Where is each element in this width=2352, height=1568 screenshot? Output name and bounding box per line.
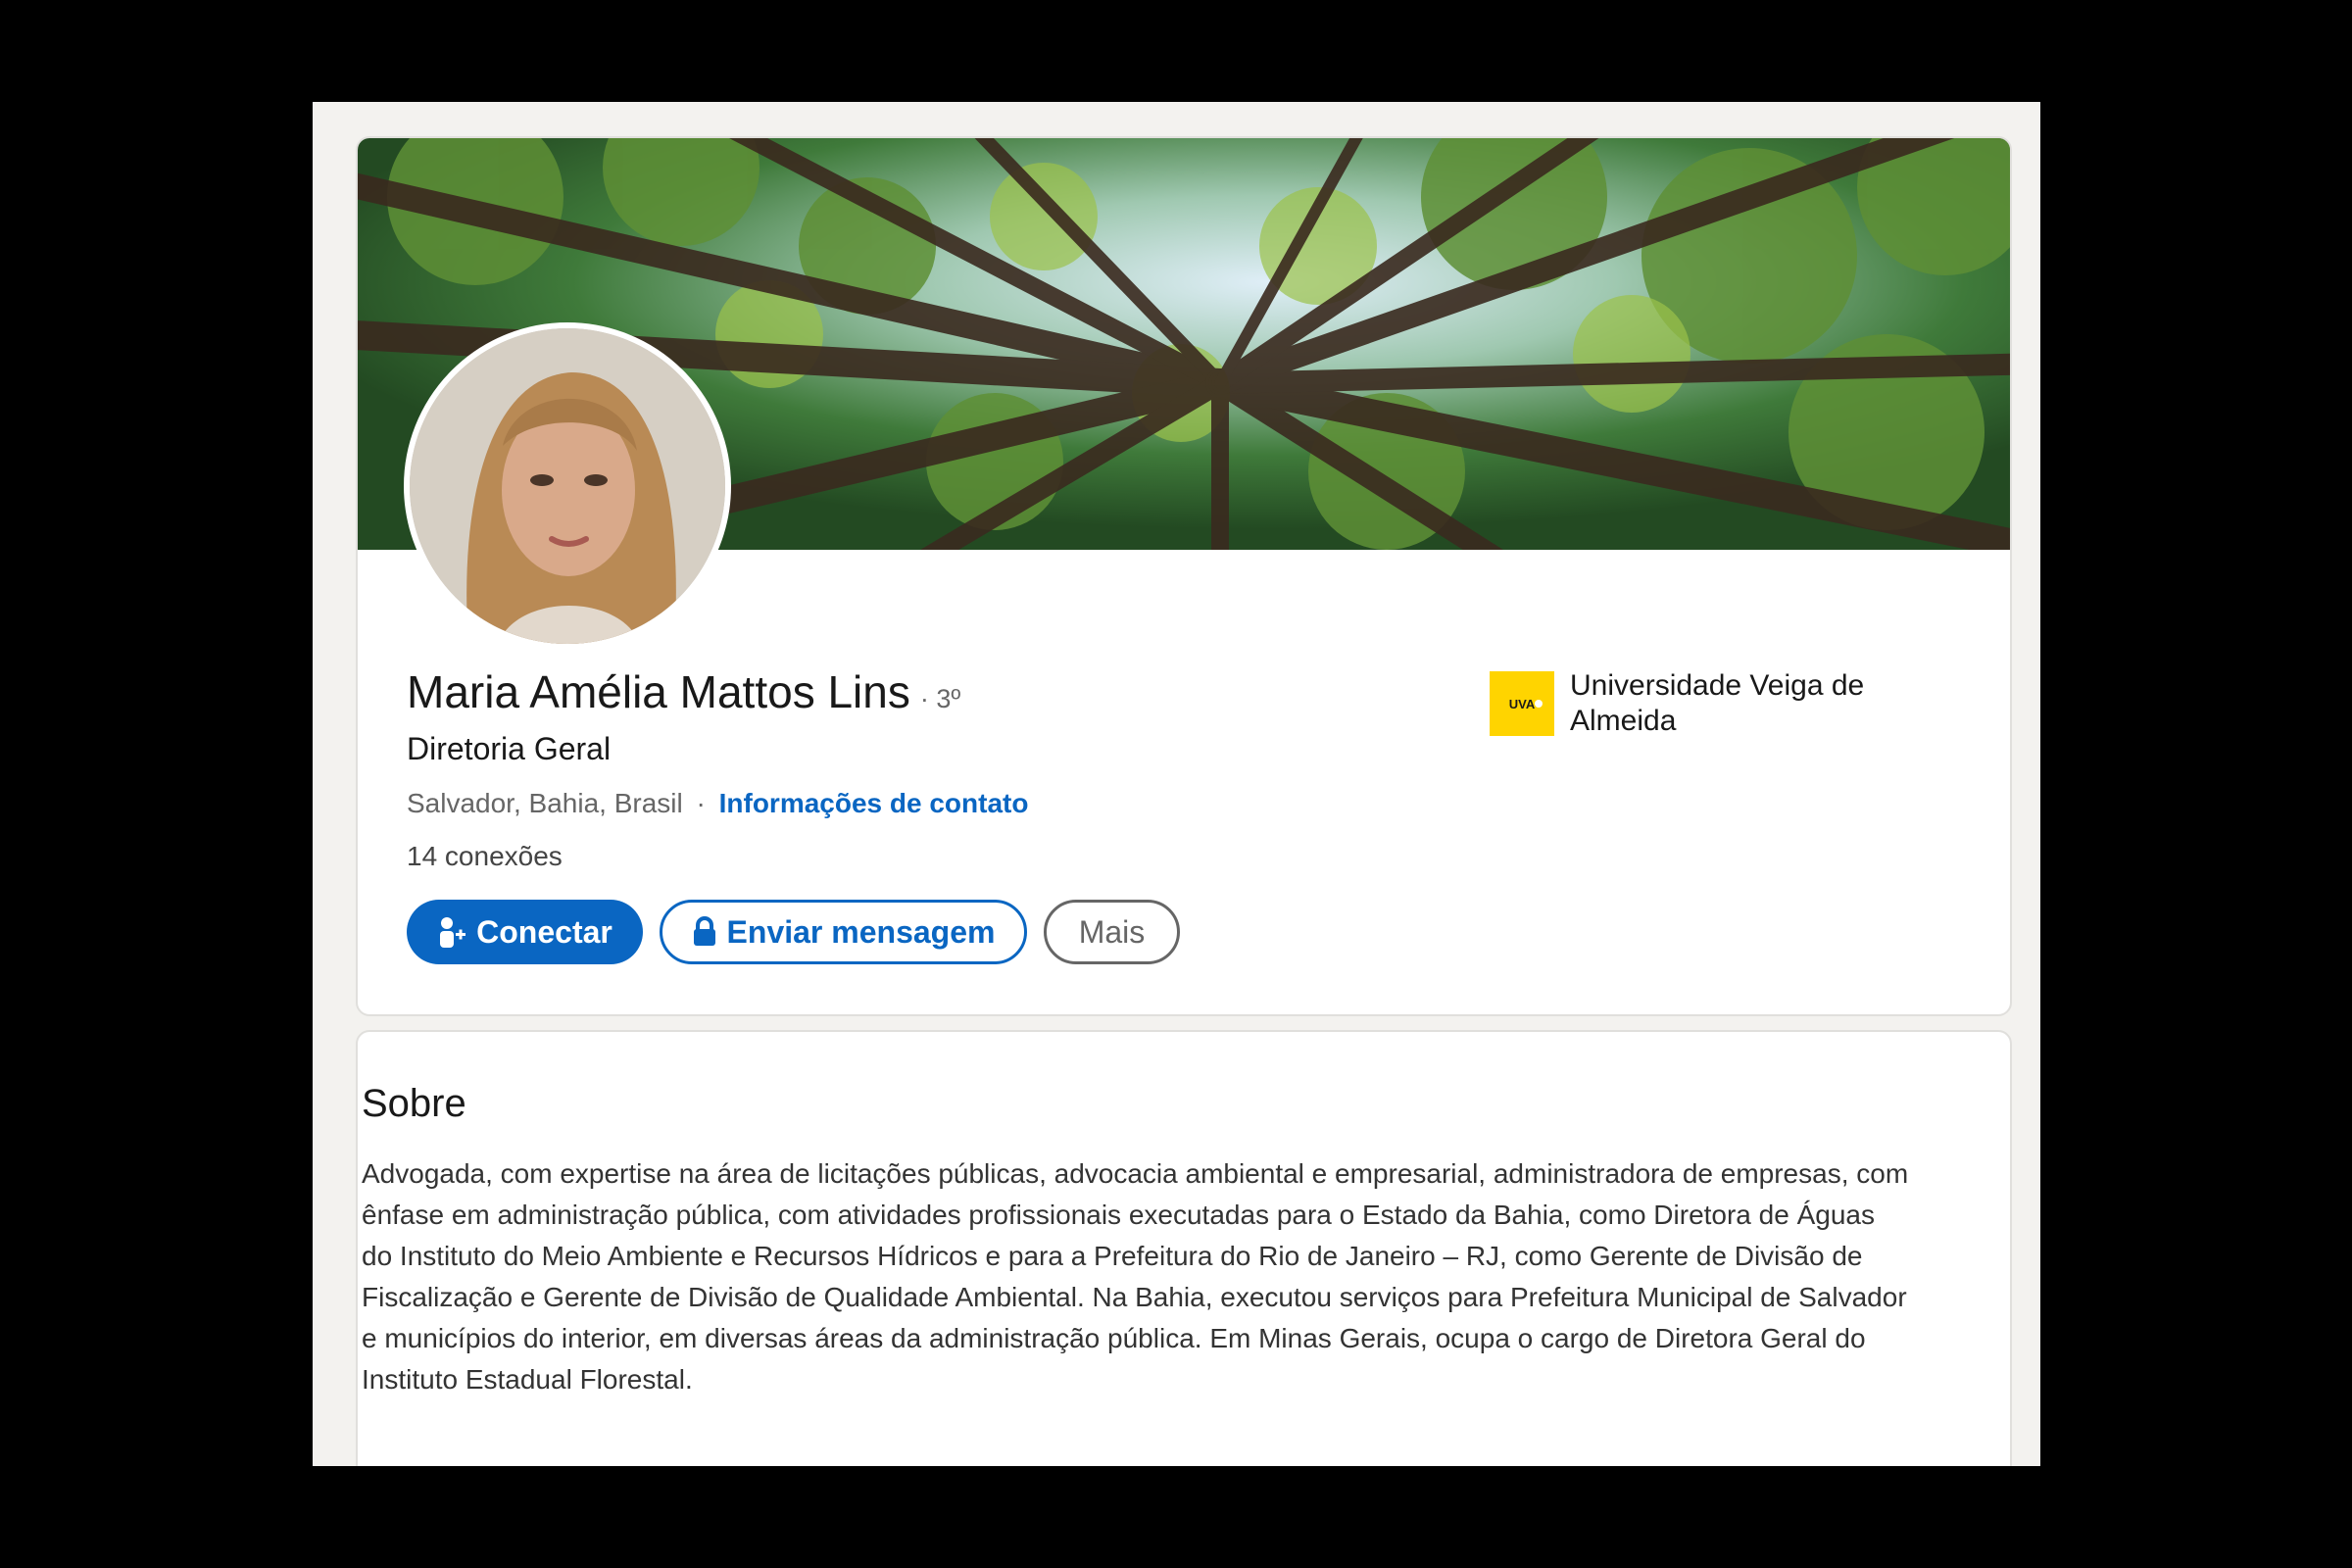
location-separator: · [696, 788, 706, 818]
location-row: Salvador, Bahia, Brasil · Informações de… [407, 788, 1028, 819]
profile-actions: Conectar Enviar mensagem Mais [407, 900, 1180, 964]
about-text: Advogada, com expertise na área de licit… [362, 1158, 1909, 1395]
connect-button[interactable]: Conectar [407, 900, 643, 964]
profile-top-card: Maria Amélia Mattos Lins · 3º Diretoria … [356, 136, 2012, 1016]
profile-headline: Diretoria Geral [407, 731, 612, 766]
education-entry[interactable]: UVA Universidade Veiga de Almeida [1490, 668, 1893, 739]
lock-icon [692, 916, 717, 948]
profile-page: Maria Amélia Mattos Lins · 3º Diretoria … [313, 102, 2040, 1466]
profile-photo[interactable] [404, 322, 731, 650]
university-name: Universidade Veiga de Almeida [1570, 669, 1865, 737]
add-person-icon [437, 916, 466, 948]
profile-name: Maria Amélia Mattos Lins [407, 666, 910, 717]
contact-info-link[interactable]: Informações de contato [719, 788, 1029, 818]
connections-count[interactable]: 14 conexões [407, 841, 563, 872]
name-row: Maria Amélia Mattos Lins · 3º [407, 665, 960, 718]
university-logo: UVA [1490, 671, 1554, 736]
send-message-label: Enviar mensagem [726, 913, 996, 950]
more-button-label: Mais [1078, 913, 1146, 950]
profile-location: Salvador, Bahia, Brasil [407, 788, 683, 818]
about-title: Sobre [362, 1082, 466, 1125]
connection-degree: · 3º [919, 684, 961, 713]
logo-dot-icon [1535, 700, 1543, 708]
university-logo-text: UVA [1508, 696, 1536, 711]
connect-button-label: Conectar [476, 913, 612, 950]
more-button[interactable]: Mais [1044, 900, 1180, 964]
send-message-button[interactable]: Enviar mensagem [660, 900, 1027, 964]
